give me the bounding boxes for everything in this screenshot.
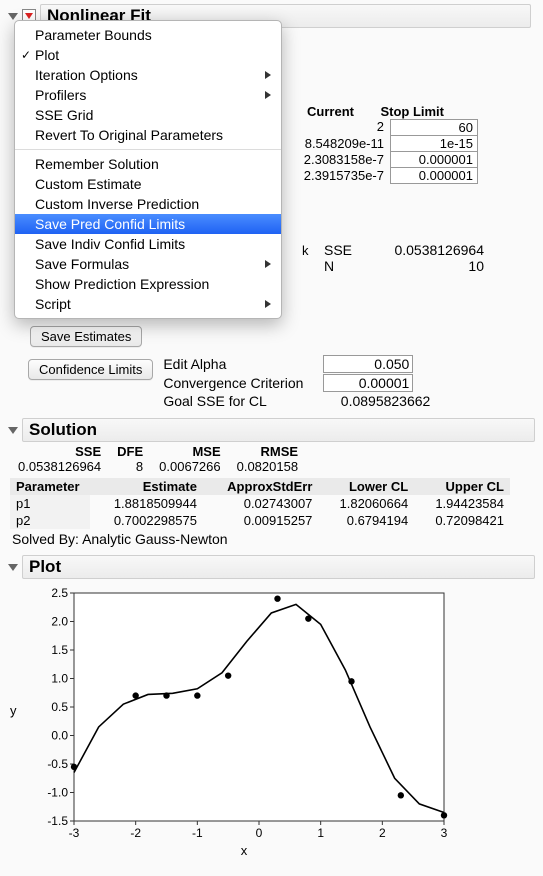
submenu-arrow-icon: [265, 91, 271, 99]
menu-item-save-formulas[interactable]: Save Formulas: [15, 254, 281, 274]
save-estimates-button[interactable]: Save Estimates: [30, 326, 142, 347]
label-edit-alpha: Edit Alpha: [163, 356, 323, 372]
svg-text:1.0: 1.0: [51, 672, 68, 686]
menu-item-script[interactable]: Script: [15, 294, 281, 314]
svg-text:-1.0: -1.0: [47, 786, 68, 800]
menu-item-save-indiv-confid-limits[interactable]: Save Indiv Confid Limits: [15, 234, 281, 254]
submenu-arrow-icon: [265, 71, 271, 79]
axis-label-y: y: [10, 703, 17, 718]
solution-title: Solution: [22, 418, 535, 442]
disclosure-triangle[interactable]: [8, 427, 18, 434]
input-edit-alpha[interactable]: 0.050: [323, 355, 413, 373]
col-stop-limit: Stop Limit: [360, 104, 448, 119]
svg-text:0.5: 0.5: [51, 700, 68, 714]
menu-item-remember-solution[interactable]: Remember Solution: [15, 154, 281, 174]
input-convergence-criterion[interactable]: 0.00001: [323, 374, 413, 392]
label-goal-sse: Goal SSE for CL: [163, 393, 323, 409]
context-menu: Parameter Bounds ✓Plot Iteration Options…: [14, 20, 282, 319]
svg-text:-3: -3: [69, 826, 80, 840]
parameter-table: Parameter Estimate ApproxStdErr Lower CL…: [10, 478, 510, 529]
table-row: p2 0.7002298575 0.00915257 0.6794194 0.7…: [10, 512, 510, 529]
iteration-table: Current Stop Limit 260 8.548209e-111e-15…: [282, 104, 478, 184]
svg-text:-1.5: -1.5: [47, 814, 68, 828]
svg-text:0.0: 0.0: [51, 729, 68, 743]
menu-item-sse-grid[interactable]: SSE Grid: [15, 105, 281, 125]
menu-item-plot[interactable]: ✓Plot: [15, 45, 281, 65]
svg-text:0: 0: [256, 826, 263, 840]
svg-text:2: 2: [379, 826, 386, 840]
menu-item-parameter-bounds[interactable]: Parameter Bounds: [15, 25, 281, 45]
confidence-limits-button[interactable]: Confidence Limits: [28, 359, 153, 380]
svg-text:-2: -2: [130, 826, 141, 840]
check-icon: ✓: [21, 48, 31, 62]
axis-label-x: x: [34, 843, 454, 858]
svg-text:-0.5: -0.5: [47, 757, 68, 771]
menu-item-profilers[interactable]: Profilers: [15, 85, 281, 105]
plot-area: y -3-2-10123-1.5-1.0-0.50.00.51.01.52.02…: [34, 585, 454, 845]
plot-title: Plot: [22, 555, 535, 579]
value-goal-sse: 0.0895823662: [323, 393, 433, 409]
svg-text:1.5: 1.5: [51, 643, 68, 657]
svg-text:2.0: 2.0: [51, 615, 68, 629]
disclosure-triangle[interactable]: [8, 564, 18, 571]
svg-text:2.5: 2.5: [51, 586, 68, 600]
menu-item-custom-inverse-prediction[interactable]: Custom Inverse Prediction: [15, 194, 281, 214]
disclosure-triangle[interactable]: [8, 13, 18, 20]
svg-text:3: 3: [441, 826, 448, 840]
submenu-arrow-icon: [265, 260, 271, 268]
table-row: p1 1.8818509944 0.02743007 1.82060664 1.…: [10, 495, 510, 512]
plot-svg: -3 -2 -1 0 1 2 3 -1.5 -1.0 -0.5 0.0 0.5 1.0 1.5 2.0 2.5: [34, 585, 454, 845]
label-solved-by: Solved By:: [12, 531, 79, 547]
svg-text:-1: -1: [192, 826, 203, 840]
value-n: 10: [364, 258, 484, 274]
menu-item-revert[interactable]: Revert To Original Parameters: [15, 125, 281, 145]
menu-item-show-prediction-expression[interactable]: Show Prediction Expression: [15, 274, 281, 294]
svg-text:1: 1: [317, 826, 324, 840]
label-n: N: [324, 258, 364, 274]
value-sse: 0.0538126964: [364, 242, 484, 258]
value-solved-by: Analytic Gauss-Newton: [82, 531, 228, 547]
menu-item-iteration-options[interactable]: Iteration Options: [15, 65, 281, 85]
sse-block: SSE 0.0538126964 N 10: [304, 242, 484, 274]
solution-summary-table: SSE DFE MSE RMSE 0.0538126964 8 0.006726…: [10, 444, 306, 474]
label-sse: SSE: [324, 242, 364, 258]
submenu-arrow-icon: [265, 300, 271, 308]
menu-separator: [15, 149, 281, 150]
col-current: Current: [282, 104, 360, 119]
menu-item-save-pred-confid-limits[interactable]: Save Pred Confid Limits: [15, 214, 281, 234]
label-convergence-criterion: Convergence Criterion: [163, 375, 323, 391]
menu-item-custom-estimate[interactable]: Custom Estimate: [15, 174, 281, 194]
